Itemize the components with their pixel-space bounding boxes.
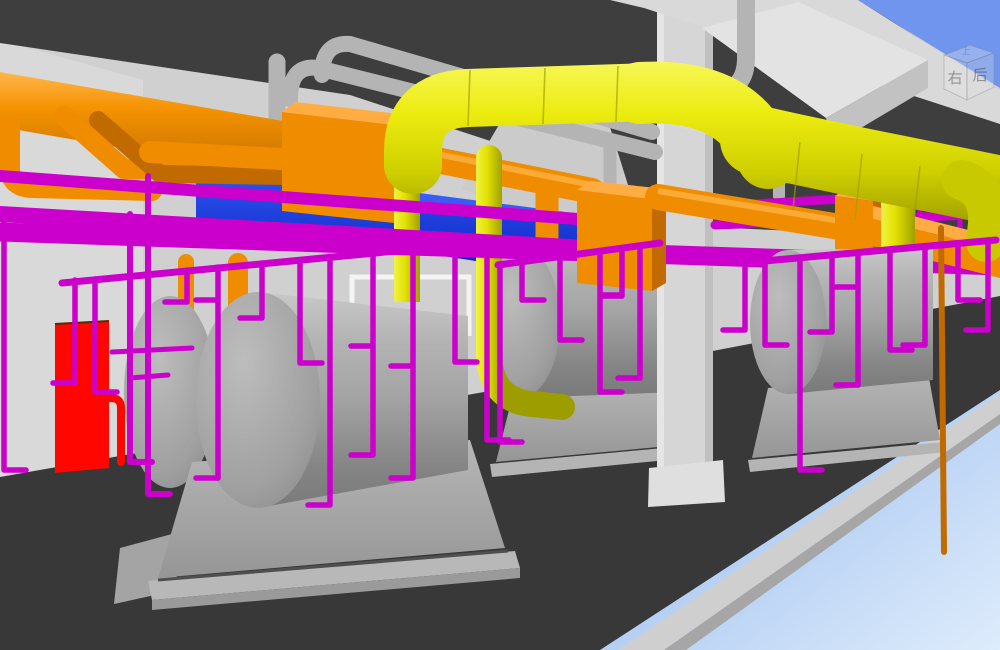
view-cube-right-label[interactable]: 右 [947, 69, 962, 87]
plant-room-3d-scene[interactable] [0, 0, 1000, 650]
tank-3-end-cap[interactable] [750, 250, 826, 394]
orange-branch-4[interactable] [150, 152, 300, 160]
orange-thin-drop[interactable] [941, 228, 944, 552]
view-cube-top-label[interactable]: 上 [961, 46, 970, 57]
view-cube[interactable]: 上 右 后 [936, 42, 1000, 108]
horizontal-tank-3[interactable] [748, 248, 946, 472]
column-base [648, 460, 725, 507]
model-viewport[interactable]: 上 右 后 [0, 0, 1000, 650]
view-cube-back-label[interactable]: 后 [972, 66, 987, 84]
